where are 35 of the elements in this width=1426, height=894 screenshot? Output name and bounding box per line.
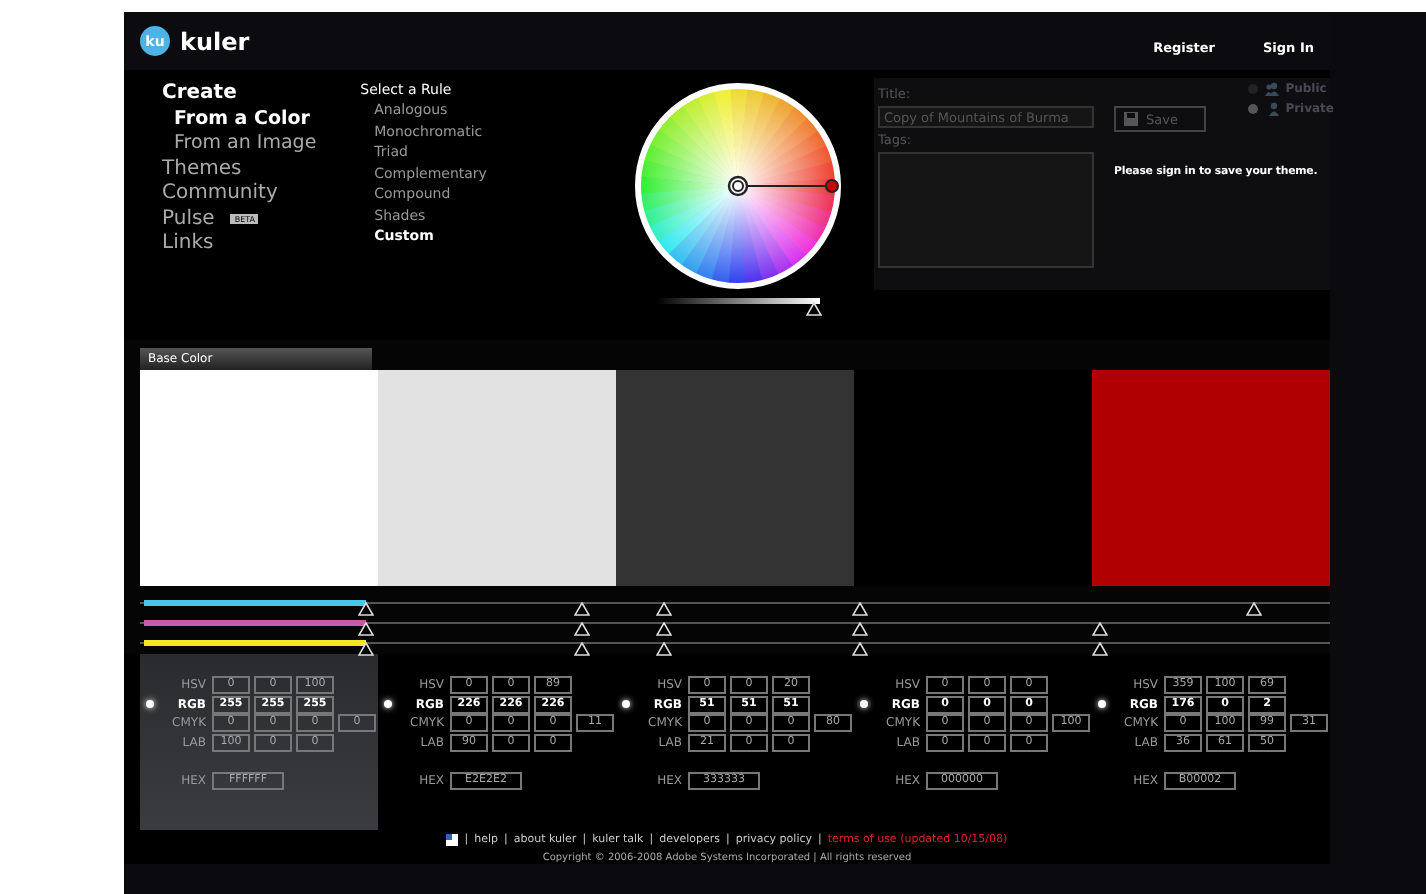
slider-handle[interactable]: [851, 602, 868, 616]
logo-text: kuler: [180, 27, 250, 55]
slider-handle[interactable]: [358, 602, 375, 616]
slider-handle[interactable]: [1091, 622, 1108, 636]
selected-mode-dot[interactable]: [384, 700, 392, 709]
slider-handle[interactable]: [358, 622, 375, 636]
color-swatch[interactable]: [140, 370, 378, 586]
nav-item[interactable]: Links: [162, 232, 214, 257]
floppy-icon: [1124, 112, 1138, 126]
nav-item[interactable]: Pulse: [162, 207, 215, 232]
slider-handle[interactable]: [1245, 602, 1262, 616]
tags-input[interactable]: [878, 152, 1094, 268]
color-swatch[interactable]: [616, 370, 854, 586]
nav-subitem[interactable]: From an Image: [162, 132, 361, 157]
nav-item[interactable]: Create: [162, 82, 237, 107]
slider-handle[interactable]: [655, 602, 672, 616]
adobe-icon: [446, 834, 459, 846]
selected-mode-dot[interactable]: [622, 700, 630, 709]
nav-item[interactable]: Themes: [162, 157, 242, 182]
color-swatch[interactable]: [1092, 370, 1330, 586]
person-icon: [1263, 102, 1280, 116]
slider-handle[interactable]: [573, 602, 590, 616]
slider-handle[interactable]: [655, 622, 672, 636]
selected-mode-dot[interactable]: [1098, 700, 1106, 709]
people-icon: [1263, 82, 1280, 96]
color-wheel[interactable]: [633, 82, 842, 290]
visibility-radio[interactable]: [1247, 104, 1258, 114]
nav-subitem[interactable]: From a Color: [162, 107, 361, 132]
color-swatch[interactable]: [378, 370, 616, 586]
selected-mode-dot[interactable]: [860, 700, 868, 709]
selected-mode-dot[interactable]: [146, 700, 154, 709]
color-swatch[interactable]: [854, 370, 1092, 586]
nav-item[interactable]: Community: [162, 182, 278, 207]
slider-handle[interactable]: [573, 622, 590, 636]
slider-handle[interactable]: [851, 622, 868, 636]
